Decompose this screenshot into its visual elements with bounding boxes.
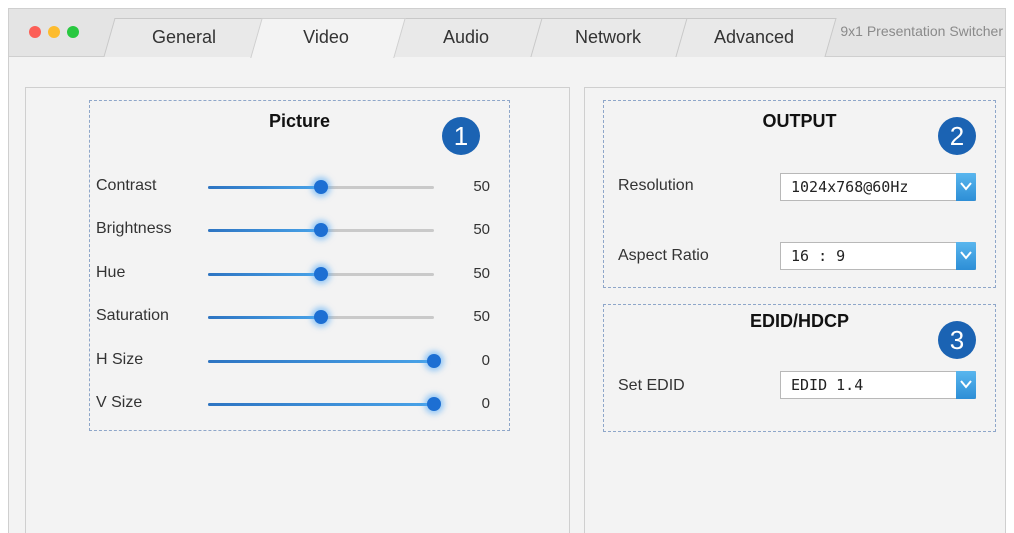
slider-label: H Size xyxy=(96,350,144,368)
tab-general[interactable]: General xyxy=(119,26,249,48)
output-panel: OUTPUT 2 Resolution 1024x768@60Hz Aspect… xyxy=(584,87,1005,533)
chevron-down-icon[interactable] xyxy=(956,173,976,201)
slider-thumb[interactable] xyxy=(314,223,328,238)
slider-fill xyxy=(208,359,434,363)
output-title: OUTPUT xyxy=(762,111,837,131)
picture-panel: Picture 1 Contrast 50 Brightness 50 Hue 50 Sat… xyxy=(25,87,570,533)
slider-value: 50 xyxy=(473,178,490,195)
slider-track[interactable] xyxy=(208,223,434,238)
slider-thumb[interactable] xyxy=(314,310,328,325)
slider-track[interactable] xyxy=(208,266,434,281)
output-group: OUTPUT 2 Resolution 1024x768@60Hz Aspect… xyxy=(603,100,996,288)
slider-value: 50 xyxy=(473,221,490,239)
set-edid-label: Set EDID xyxy=(618,377,685,394)
settings-window: General Video Audio Network Advanced 9x1… xyxy=(8,8,1006,533)
slider-fill xyxy=(208,272,321,276)
slider-track[interactable] xyxy=(208,310,434,325)
slider-thumb[interactable] xyxy=(427,353,441,368)
edid-title: EDID/HDCP xyxy=(749,311,849,331)
slider-fill xyxy=(208,229,321,233)
slider-fill xyxy=(208,186,321,189)
slider-value: 50 xyxy=(473,308,490,326)
slider-value: 50 xyxy=(473,264,490,282)
picture-badge: 1 xyxy=(442,117,480,155)
app-title: 9x1 Presentation Switcher xyxy=(840,23,1003,39)
slider-label: Hue xyxy=(96,263,126,281)
tab-network[interactable]: Network xyxy=(543,26,673,48)
set-edid-value: EDID 1.4 xyxy=(791,376,864,394)
slider-track[interactable] xyxy=(208,180,434,194)
slider-thumb[interactable] xyxy=(314,180,328,194)
slider-thumb[interactable] xyxy=(314,266,328,281)
chevron-down-icon[interactable] xyxy=(956,371,976,399)
aspect-ratio-label: Aspect Ratio xyxy=(618,247,709,264)
slider-value: 0 xyxy=(481,395,490,412)
slider-fill xyxy=(208,316,321,320)
slider-label: Contrast xyxy=(96,177,157,194)
slider-label: V Size xyxy=(96,394,143,411)
tab-advanced[interactable]: Advanced xyxy=(689,26,819,48)
slider-track[interactable] xyxy=(208,397,441,411)
aspect-ratio-value: 16 : 9 xyxy=(791,247,846,265)
resolution-label: Resolution xyxy=(618,177,694,194)
slider-track[interactable] xyxy=(208,353,441,368)
zoom-window-icon[interactable] xyxy=(67,26,79,38)
slider-label: Saturation xyxy=(96,307,169,325)
slider-thumb[interactable] xyxy=(427,397,441,411)
slider-label: Brightness xyxy=(96,220,172,238)
set-edid-select[interactable]: EDID 1.4 xyxy=(780,371,976,399)
output-badge: 2 xyxy=(938,117,976,155)
picture-group: Picture 1 Contrast 50 Brightness 50 Hue 50 Sat… xyxy=(89,100,510,431)
edid-group: EDID/HDCP 3 Set EDID EDID 1.4 xyxy=(603,304,996,432)
minimize-window-icon[interactable] xyxy=(48,26,60,38)
title-bar: General Video Audio Network Advanced 9x1… xyxy=(9,9,1005,58)
resolution-select[interactable]: 1024x768@60Hz xyxy=(780,173,976,201)
slider-value: 0 xyxy=(481,351,490,369)
edid-badge: 3 xyxy=(938,321,976,359)
close-window-icon[interactable] xyxy=(29,26,41,38)
chevron-down-icon[interactable] xyxy=(956,242,976,270)
resolution-value: 1024x768@60Hz xyxy=(791,178,909,196)
slider-fill xyxy=(208,403,434,406)
tab-video[interactable]: Video xyxy=(261,26,391,48)
tab-audio[interactable]: Audio xyxy=(401,26,531,48)
aspect-ratio-select[interactable]: 16 : 9 xyxy=(780,242,976,270)
